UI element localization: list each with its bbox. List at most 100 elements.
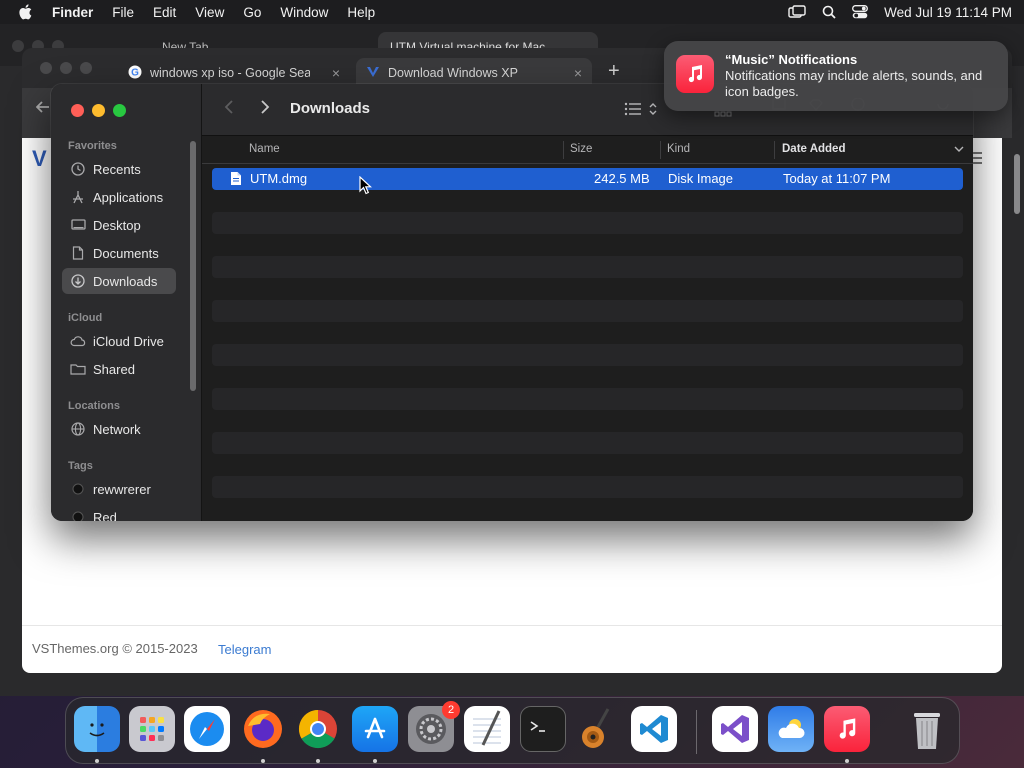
dock-trash-icon[interactable] — [904, 706, 950, 752]
empty-row — [212, 278, 963, 300]
cloud-icon — [70, 333, 86, 349]
empty-row — [212, 300, 963, 322]
back-chevron-icon[interactable] — [224, 99, 234, 118]
globe-icon — [70, 421, 86, 437]
menu-file[interactable]: File — [112, 5, 134, 20]
shared-folder-icon — [70, 361, 86, 377]
google-icon: G — [128, 65, 142, 82]
minimize-window-button[interactable] — [92, 104, 105, 117]
window-title: Downloads — [290, 100, 371, 117]
column-header-kind[interactable]: Kind — [667, 143, 690, 155]
file-kind: Disk Image — [668, 171, 734, 186]
tag-dot-icon — [70, 509, 86, 521]
sidebar-item-tag-red[interactable]: Red — [62, 504, 176, 521]
dock-separator — [696, 710, 697, 754]
page-scrollbar[interactable] — [1014, 154, 1020, 214]
empty-row — [212, 454, 963, 476]
svg-text:G: G — [131, 67, 139, 78]
dock-weather-icon[interactable] — [768, 706, 814, 752]
column-header-name[interactable]: Name — [249, 143, 280, 155]
file-row-utm-dmg[interactable]: UTM.dmg 242.5 MB Disk Image Today at 11:… — [212, 168, 963, 190]
spotlight-search-icon[interactable] — [822, 5, 836, 19]
file-list: UTM.dmg 242.5 MB Disk Image Today at 11:… — [212, 168, 963, 520]
sidebar-item-desktop[interactable]: Desktop — [62, 212, 176, 238]
file-size: 242.5 MB — [594, 171, 650, 186]
list-view-icon[interactable] — [624, 101, 658, 120]
sidebar-section-locations: Locations — [68, 400, 120, 412]
dock-garageband-icon[interactable] — [575, 706, 621, 752]
sidebar-item-icloud-drive[interactable]: iCloud Drive — [62, 328, 176, 354]
sidebar-item-tag-rewwrerer[interactable]: rewwrerer — [62, 476, 176, 502]
empty-row — [212, 344, 963, 366]
download-icon — [70, 273, 86, 289]
window-controls — [71, 104, 126, 117]
menu-bar: Finder File Edit View Go Window Help Wed… — [0, 0, 1024, 24]
empty-row — [212, 190, 963, 212]
footer-copyright: VSThemes.org © 2015-2023 — [32, 641, 198, 656]
desktop-icon — [70, 217, 86, 233]
menu-app-finder[interactable]: Finder — [52, 5, 93, 20]
close-tab-icon[interactable]: × — [332, 65, 340, 81]
new-tab-button[interactable]: + — [608, 60, 620, 83]
column-header-date-added[interactable]: Date Added — [782, 143, 845, 155]
control-center-icon[interactable] — [852, 5, 869, 19]
mouse-cursor-icon — [359, 175, 373, 198]
footer-telegram-link[interactable]: Telegram — [218, 642, 271, 657]
file-document-icon — [230, 171, 242, 189]
empty-row — [212, 322, 963, 344]
notification-body: Notifications may include alerts, sounds… — [725, 68, 983, 99]
dock-textedit-icon[interactable] — [464, 706, 510, 752]
sort-chevron-icon[interactable] — [954, 144, 964, 156]
empty-row — [212, 476, 963, 498]
dock-vscode-icon[interactable] — [631, 706, 677, 752]
file-date-added: Today at 11:07 PM — [783, 171, 891, 186]
dock-safari-icon[interactable] — [184, 706, 230, 752]
dock-launchpad-icon[interactable] — [129, 706, 175, 752]
dock-system-settings-icon[interactable]: 2 — [408, 701, 460, 752]
close-tab-icon[interactable]: × — [574, 65, 582, 81]
dock: 2 — [65, 697, 960, 764]
sidebar-item-documents[interactable]: Documents — [62, 240, 176, 266]
notification-title: “Music” Notifications — [725, 52, 858, 67]
menu-go[interactable]: Go — [243, 5, 261, 20]
empty-row — [212, 388, 963, 410]
menu-view[interactable]: View — [195, 5, 224, 20]
dock-finder-icon[interactable] — [74, 706, 120, 752]
footer-divider — [22, 625, 1002, 626]
menu-edit[interactable]: Edit — [153, 5, 176, 20]
sidebar-item-applications[interactable]: Applications — [62, 184, 176, 210]
empty-row — [212, 366, 963, 388]
menu-window[interactable]: Window — [280, 5, 328, 20]
forward-chevron-icon[interactable] — [260, 99, 270, 118]
menubar-clock[interactable]: Wed Jul 19 11:14 PM — [884, 5, 1012, 20]
tag-dot-icon — [70, 481, 86, 497]
music-notification-banner[interactable]: “Music” Notifications Notifications may … — [664, 41, 1008, 111]
dock-visual-studio-icon[interactable] — [712, 706, 758, 752]
sidebar-item-shared[interactable]: Shared — [62, 356, 176, 382]
column-header-size[interactable]: Size — [570, 143, 592, 155]
dock-terminal-icon[interactable] — [520, 706, 566, 752]
apple-menu-icon[interactable] — [18, 4, 34, 20]
dock-app-store-icon[interactable] — [352, 706, 398, 752]
empty-row — [212, 256, 963, 278]
screen-mirroring-icon[interactable] — [788, 5, 806, 19]
menu-help[interactable]: Help — [347, 5, 375, 20]
sidebar-scrollbar[interactable] — [190, 141, 196, 391]
vsthemes-tab-icon — [366, 65, 380, 82]
dock-firefox-icon[interactable] — [240, 706, 286, 752]
empty-row — [212, 498, 963, 520]
clock-icon — [70, 161, 86, 177]
zoom-window-button[interactable] — [113, 104, 126, 117]
close-window-button[interactable] — [71, 104, 84, 117]
empty-row — [212, 234, 963, 256]
dock-music-icon[interactable] — [824, 706, 870, 752]
dock-chrome-icon[interactable] — [295, 706, 341, 752]
sidebar-item-downloads[interactable]: Downloads — [62, 268, 176, 294]
sidebar-item-network[interactable]: Network — [62, 416, 176, 442]
sidebar-item-recents[interactable]: Recents — [62, 156, 176, 182]
finder-window: Favorites Recents Applications Desktop D… — [51, 84, 973, 521]
column-headers: Name Size Kind Date Added — [202, 136, 973, 164]
browser-back-icon[interactable] — [35, 98, 50, 119]
sidebar-section-icloud: iCloud — [68, 312, 103, 324]
music-app-icon — [676, 55, 714, 93]
